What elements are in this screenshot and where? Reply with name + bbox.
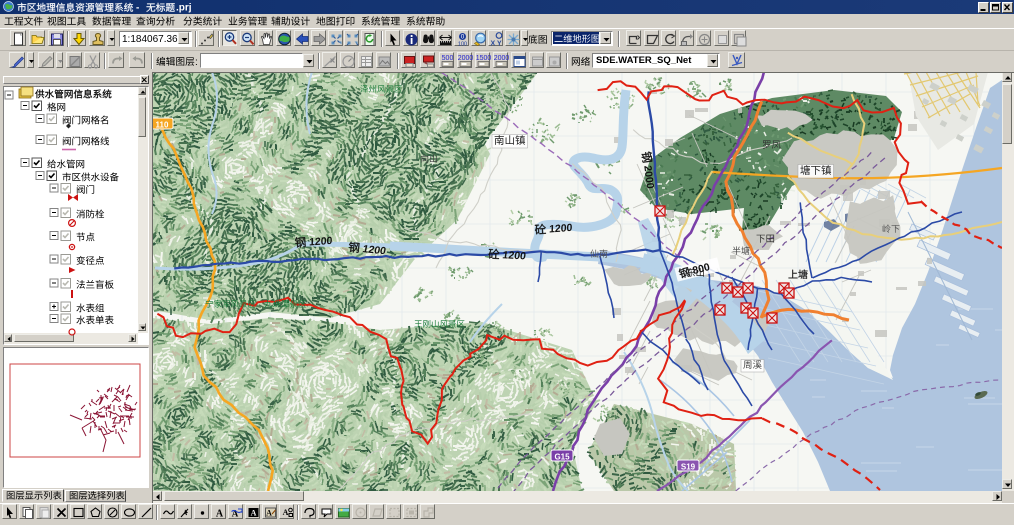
svg-text:A: A [216, 509, 224, 520]
svg-text:A: A [266, 509, 272, 518]
svg-text:A: A [232, 509, 239, 519]
svg-text:A: A [283, 508, 289, 517]
svg-text:A: A [251, 509, 257, 518]
